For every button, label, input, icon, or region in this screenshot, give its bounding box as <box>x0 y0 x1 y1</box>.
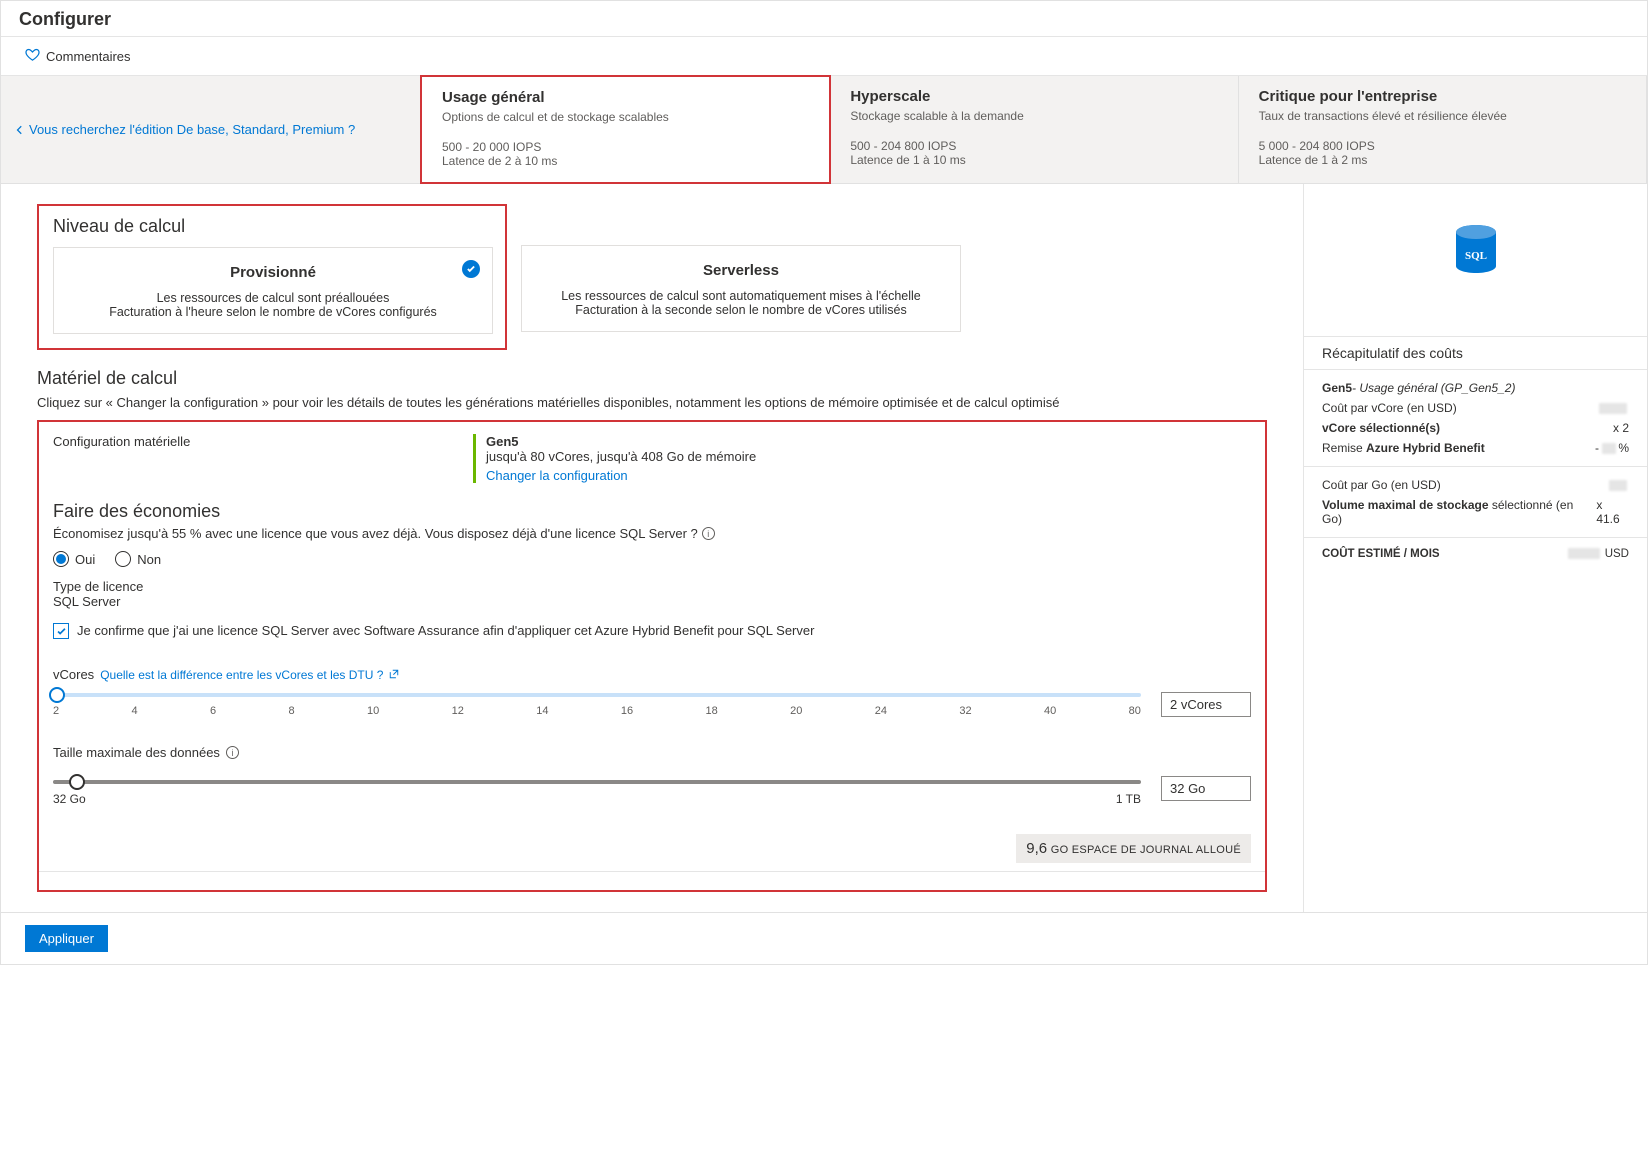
sql-database-icon: SQL <box>1304 194 1647 336</box>
info-icon[interactable]: i <box>226 746 239 759</box>
compute-card-line: Facturation à la seconde selon le nombre… <box>540 303 942 317</box>
hardware-section-para: Cliquez sur « Changer la configuration »… <box>37 395 1267 410</box>
compute-tier-highlight: Niveau de calcul Provisionné Les ressour… <box>37 204 507 350</box>
tier-subtitle: Taux de transactions élevé et résilience… <box>1259 109 1626 123</box>
slider-tick: 24 <box>875 705 887 717</box>
tier-latency: Latence de 2 à 10 ms <box>442 154 809 168</box>
compute-card-title: Provisionné <box>72 264 474 281</box>
savings-para: Économisez jusqu'à 55 % avec une licence… <box>53 526 698 541</box>
hardware-gen-desc: jusqu'à 80 vCores, jusqu'à 408 Go de mém… <box>486 449 756 464</box>
slider-tick: 80 <box>1129 705 1141 717</box>
radio-icon <box>53 551 69 567</box>
cost-estimated-value: USD <box>1568 548 1629 560</box>
confirm-checkbox[interactable] <box>53 623 69 639</box>
datasize-min: 32 Go <box>53 792 86 806</box>
slider-tick: 20 <box>790 705 802 717</box>
slider-tick: 4 <box>132 705 138 717</box>
radio-yes-label: Oui <box>75 552 95 567</box>
log-space-allocated: 9,6 GO ESPACE DE JOURNAL ALLOUÉ <box>1016 834 1251 863</box>
vcore-selected-value: x 2 <box>1613 421 1629 435</box>
hybrid-benefit-label: Remise Azure Hybrid Benefit <box>1322 441 1485 455</box>
cost-per-vcore-value <box>1599 401 1629 415</box>
datasize-max: 1 TB <box>1116 792 1141 806</box>
hardware-gen-name: Gen5 <box>486 434 756 449</box>
savings-section-title: Faire des économies <box>53 501 1251 522</box>
radio-no[interactable]: Non <box>115 551 161 567</box>
slider-tick: 16 <box>621 705 633 717</box>
radio-yes[interactable]: Oui <box>53 551 95 567</box>
info-icon[interactable]: i <box>702 527 715 540</box>
feedback-link[interactable]: Commentaires <box>46 49 131 64</box>
tier-subtitle: Options de calcul et de stockage scalabl… <box>442 110 809 124</box>
tier-general-purpose[interactable]: Usage général Options de calcul et de st… <box>420 75 831 184</box>
hardware-savings-highlight: Configuration matérielle Gen5 jusqu'à 80… <box>37 420 1267 892</box>
compute-card-provisioned[interactable]: Provisionné Les ressources de calcul son… <box>53 247 493 334</box>
cost-summary-panel: SQL Récapitulatif des coûts Gen5- Usage … <box>1303 184 1647 912</box>
hardware-section-title: Matériel de calcul <box>37 368 1267 389</box>
license-type-value: SQL Server <box>53 594 1251 609</box>
heart-icon <box>25 47 40 65</box>
cost-per-go-label: Coût par Go (en USD) <box>1322 478 1441 492</box>
compute-tier-section-title: Niveau de calcul <box>53 216 491 237</box>
slider-tick: 2 <box>53 705 59 717</box>
compute-card-line: Les ressources de calcul sont automatiqu… <box>540 289 942 303</box>
svg-text:SQL: SQL <box>1464 250 1486 262</box>
vcore-selected-label: vCore sélectionné(s) <box>1322 421 1440 435</box>
datasize-label: Taille maximale des données <box>53 745 220 760</box>
radio-icon <box>115 551 131 567</box>
license-type-label: Type de licence <box>53 579 1251 594</box>
confirm-label: Je confirme que j'ai une licence SQL Ser… <box>77 623 814 638</box>
slider-tick: 40 <box>1044 705 1056 717</box>
tier-title: Hyperscale <box>850 88 1217 105</box>
cost-summary-title: Récapitulatif des coûts <box>1304 336 1647 369</box>
tier-subtitle: Stockage scalable à la demande <box>850 109 1217 123</box>
apply-button[interactable]: Appliquer <box>25 925 108 952</box>
cost-estimated-label: COÛT ESTIMÉ / MOIS <box>1322 548 1440 560</box>
cost-per-vcore-label: Coût par vCore (en USD) <box>1322 401 1457 415</box>
slider-tick: 12 <box>452 705 464 717</box>
tier-business-critical[interactable]: Critique pour l'entreprise Taux de trans… <box>1239 76 1647 183</box>
tier-title: Usage général <box>442 89 809 106</box>
storage-selected-value: x 41.6 <box>1596 498 1629 526</box>
external-link-icon <box>389 667 399 682</box>
slider-tick: 8 <box>289 705 295 717</box>
tier-title: Critique pour l'entreprise <box>1259 88 1626 105</box>
compute-card-title: Serverless <box>540 262 942 279</box>
page-title: Configurer <box>19 9 1629 30</box>
slider-tick: 14 <box>536 705 548 717</box>
compute-card-serverless[interactable]: Serverless Les ressources de calcul sont… <box>521 245 961 332</box>
check-icon <box>462 260 480 278</box>
back-to-editions-link[interactable]: Vous recherchez l'édition De base, Stand… <box>1 76 421 183</box>
vcores-value: 2 vCores <box>1161 692 1251 717</box>
tier-iops: 500 - 20 000 IOPS <box>442 140 809 154</box>
compute-card-line: Facturation à l'heure selon le nombre de… <box>72 305 474 319</box>
tier-hyperscale[interactable]: Hyperscale Stockage scalable à la demand… <box>830 76 1238 183</box>
hybrid-benefit-value: - % <box>1595 441 1629 455</box>
vcores-slider[interactable]: 246810121416182024324080 <box>53 693 1141 717</box>
vcores-help-link[interactable]: Quelle est la différence entre les vCore… <box>100 668 383 682</box>
tier-latency: Latence de 1 à 2 ms <box>1259 153 1626 167</box>
compute-card-line: Les ressources de calcul sont préallouée… <box>72 291 474 305</box>
cost-per-go-value <box>1609 478 1629 492</box>
datasize-value: 32 Go <box>1161 776 1251 801</box>
slider-tick: 32 <box>959 705 971 717</box>
hardware-config-label: Configuration matérielle <box>53 434 433 483</box>
back-link-text: Vous recherchez l'édition De base, Stand… <box>29 122 355 137</box>
slider-tick: 6 <box>210 705 216 717</box>
vcores-label: vCores <box>53 667 94 682</box>
tier-iops: 500 - 204 800 IOPS <box>850 139 1217 153</box>
datasize-slider[interactable] <box>53 780 1141 784</box>
slider-tick: 18 <box>706 705 718 717</box>
change-config-link[interactable]: Changer la configuration <box>486 468 756 483</box>
radio-no-label: Non <box>137 552 161 567</box>
slider-tick: 10 <box>367 705 379 717</box>
storage-selected-label: Volume maximal de stockage sélectionné (… <box>1322 498 1596 526</box>
tier-iops: 5 000 - 204 800 IOPS <box>1259 139 1626 153</box>
tier-latency: Latence de 1 à 10 ms <box>850 153 1217 167</box>
